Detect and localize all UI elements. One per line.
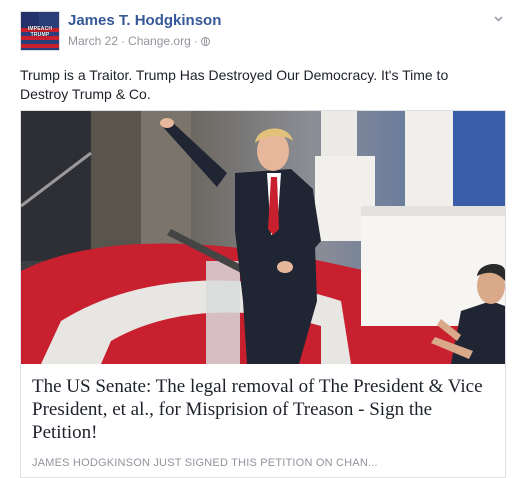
- post-text: Trump is a Traitor. Trump Has Destroyed …: [20, 67, 449, 102]
- globe-icon: [200, 37, 210, 46]
- facebook-post: IMPEACH TRUMP James T. Hodgkinson March …: [0, 0, 514, 478]
- avatar[interactable]: IMPEACH TRUMP: [20, 11, 60, 51]
- avatar-text: IMPEACH TRUMP: [27, 26, 53, 38]
- link-preview-image[interactable]: [21, 111, 505, 364]
- link-preview-card[interactable]: The US Senate: The legal removal of The …: [20, 110, 506, 478]
- link-preview-caption: JAMES HODGKINSON JUST SIGNED THIS PETITI…: [32, 457, 378, 469]
- link-preview-title[interactable]: The US Senate: The legal removal of The …: [32, 375, 498, 444]
- post-meta: March 22 · Change.org ·: [68, 34, 210, 48]
- avatar-flag-stripe: [21, 44, 59, 48]
- post-source[interactable]: Change.org: [128, 34, 191, 48]
- author-name[interactable]: James T. Hodgkinson: [68, 12, 221, 29]
- meta-separator: ·: [193, 34, 198, 48]
- chevron-down-icon[interactable]: [494, 14, 503, 23]
- post-date[interactable]: March 22: [68, 34, 118, 48]
- meta-separator: ·: [121, 34, 126, 48]
